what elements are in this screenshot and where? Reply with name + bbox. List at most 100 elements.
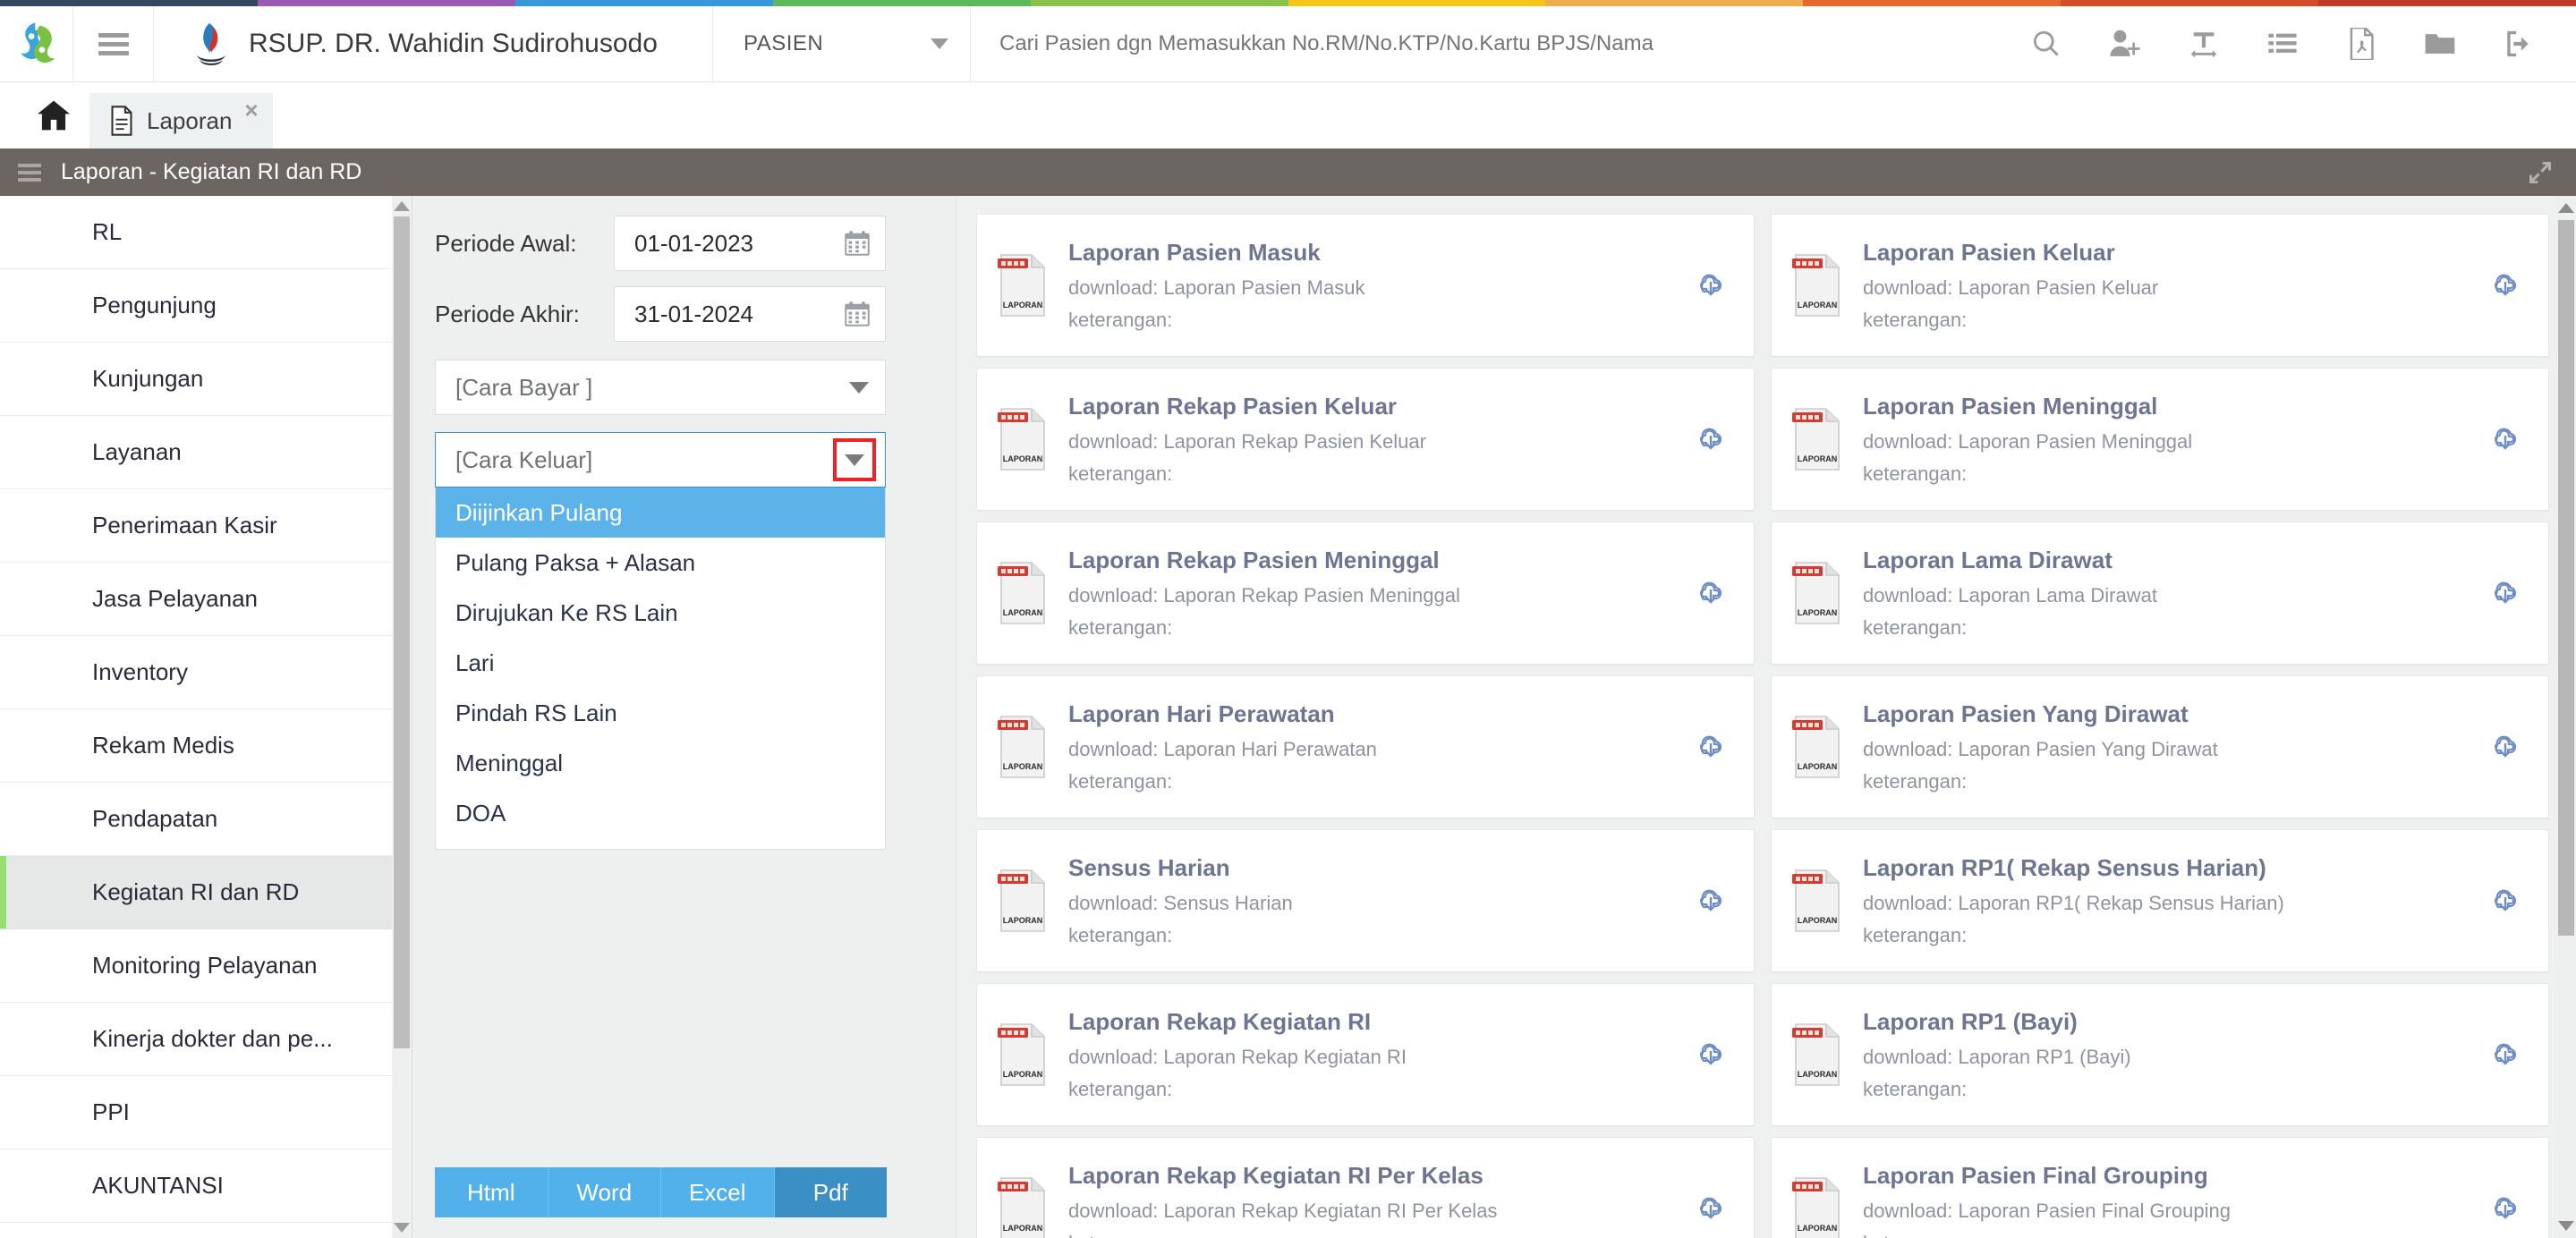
add-user-icon[interactable] [2086,6,2164,82]
expand-arrows-icon[interactable] [2526,158,2555,187]
list-icon[interactable] [2243,6,2322,82]
report-card[interactable]: LAPORAN Laporan Pasien Masuk download: Lap… [976,214,1755,357]
cara-keluar-option[interactable]: Lari [436,638,885,688]
sidebar-item[interactable]: Inventory [0,636,412,709]
sidebar-scrollbar[interactable] [392,196,412,1238]
cloud-download-icon[interactable] [1691,420,1730,459]
global-search[interactable] [971,6,2007,81]
export-button-pdf[interactable]: Pdf [774,1167,887,1217]
cloud-download-icon[interactable] [1691,881,1730,920]
report-card[interactable]: LAPORAN Laporan Lama Dirawat download: Lap… [1771,521,2549,665]
scroll-down-arrow-icon[interactable] [2558,1221,2574,1231]
app-logo[interactable] [0,6,73,81]
cloud-download-icon[interactable] [1691,1035,1730,1074]
report-title: Laporan Pasien Final Grouping [1863,1162,2208,1189]
sidebar-item[interactable]: Jasa Pelayanan [0,563,412,636]
report-keterangan-label: keterangan: [1068,309,1173,331]
sidebar-item[interactable]: Rekam Medis [0,709,412,783]
sidebar-item[interactable]: AKUNTANSI [0,1149,412,1223]
sidebar-item[interactable]: Kunjungan [0,343,412,416]
periode-akhir-label: Periode Akhir: [435,300,580,327]
search-category-select[interactable]: PASIEN [713,6,971,81]
periode-akhir-field[interactable]: 31-01-2024 [614,286,886,342]
sidebar-item[interactable]: Layanan [0,416,412,489]
report-file-icon: LAPORAN [1792,1023,1840,1086]
export-button-html[interactable]: Html [435,1167,548,1217]
report-card[interactable]: LAPORAN Laporan Hari Perawatan download: L… [976,675,1755,818]
search-input[interactable] [999,31,2007,56]
periode-awal-field[interactable]: 01-01-2023 [614,216,886,271]
cloud-download-icon[interactable] [2486,727,2525,767]
cloud-download-icon[interactable] [2486,420,2525,459]
scroll-up-arrow-icon[interactable] [394,201,410,211]
cara-keluar-option[interactable]: Pulang Paksa + Alasan [436,538,885,588]
svg-text:LAPORAN: LAPORAN [1003,301,1043,310]
breadcrumb-menu-icon[interactable] [18,160,41,185]
report-keterangan-label: keterangan: [1863,462,1968,485]
sidebar-item[interactable]: Kegiatan RI dan RD [0,856,412,929]
folder-icon[interactable] [2401,6,2479,82]
sidebar-item[interactable]: Pengunjung [0,269,412,343]
sidebar-item[interactable]: Penerimaan Kasir [0,489,412,563]
periode-awal-value: 01-01-2023 [634,229,753,257]
cara-keluar-option[interactable]: Dirujukan Ke RS Lain [436,588,885,638]
tab-home[interactable] [21,82,86,148]
export-button-excel[interactable]: Excel [661,1167,775,1217]
report-card-text: Laporan Pasien Masuk download: Laporan Pa… [1068,239,1691,332]
reports-scroll-thumb[interactable] [2558,220,2574,936]
cara-keluar-option-label: Lari [455,649,495,676]
cara-keluar-option[interactable]: Diijinkan Pulang [436,488,885,538]
search-icon[interactable] [2007,6,2086,82]
tab-laporan[interactable]: Laporan × [89,93,273,148]
cloud-download-icon[interactable] [2486,881,2525,920]
cloud-download-icon[interactable] [2486,1189,2525,1228]
report-title: Laporan Pasien Keluar [1863,239,2115,266]
report-card[interactable]: LAPORAN Laporan Pasien Keluar download: La… [1771,214,2549,357]
cara-keluar-option[interactable]: Meninggal [436,738,885,788]
scroll-up-arrow-icon[interactable] [2558,203,2574,213]
sidebar-item[interactable]: Pendapatan [0,783,412,856]
scroll-down-arrow-icon[interactable] [394,1223,410,1233]
close-icon[interactable]: × [244,97,258,124]
report-card[interactable]: LAPORAN Laporan Rekap Kegiatan RI Per Kel… [976,1137,1755,1238]
sidebar-item[interactable]: RL [0,196,412,269]
cloud-download-icon[interactable] [1691,727,1730,767]
calendar-icon[interactable] [844,301,871,327]
cloud-download-icon[interactable] [1691,573,1730,613]
accent-stripe-segment [1288,0,1546,6]
cloud-download-icon[interactable] [2486,266,2525,305]
pdf-file-icon[interactable] [2322,6,2401,82]
report-card[interactable]: LAPORAN Laporan Pasien Meninggal download:… [1771,368,2549,511]
report-card-text: Laporan Rekap Pasien Keluar download: Lap… [1068,393,1691,486]
sidebar-scroll-thumb[interactable] [394,216,410,1048]
sidebar-item[interactable]: PPI [0,1076,412,1149]
sidebar-item[interactable]: Monitoring Pelayanan [0,929,412,1003]
report-card-text: Laporan Pasien Keluar download: Laporan P… [1863,239,2486,332]
report-card[interactable]: LAPORAN Laporan Pasien Yang Dirawat downlo… [1771,675,2549,818]
cloud-download-icon[interactable] [2486,573,2525,613]
cara-keluar-option[interactable]: Pindah RS Lain [436,688,885,738]
logout-icon[interactable] [2479,6,2558,82]
sidebar-item[interactable]: Kinerja dokter dan pe... [0,1003,412,1076]
cloud-download-icon[interactable] [1691,266,1730,305]
app-logo-icon [20,22,55,64]
calendar-icon[interactable] [844,230,871,257]
export-button-word[interactable]: Word [548,1167,661,1217]
main-menu-toggle[interactable] [73,6,154,81]
cloud-download-icon[interactable] [1691,1189,1730,1228]
cloud-download-icon[interactable] [2486,1035,2525,1074]
cara-keluar-select[interactable]: [Cara Keluar] [435,432,886,488]
report-card[interactable]: LAPORAN Laporan Rekap Pasien Keluar downlo… [976,368,1755,511]
cara-keluar-option[interactable]: DOA [436,788,885,838]
cara-keluar-options-list[interactable]: Diijinkan Pulang Pulang Paksa + Alasan Dir… [435,488,886,850]
report-card[interactable]: LAPORAN Laporan Rekap Kegiatan RI download… [976,983,1755,1126]
text-width-icon[interactable] [2164,6,2243,82]
reports-scrollbar[interactable] [2556,196,2576,1238]
cara-bayar-select[interactable]: [Cara Bayar ] [435,360,886,415]
report-card[interactable]: LAPORAN Laporan RP1 (Bayi) download: Lapor… [1771,983,2549,1126]
report-card[interactable]: LAPORAN Laporan Rekap Pasien Meninggal dow… [976,521,1755,665]
report-card[interactable]: LAPORAN Laporan Pasien Final Grouping down… [1771,1137,2549,1238]
report-card[interactable]: LAPORAN Laporan RP1( Rekap Sensus Harian)… [1771,829,2549,972]
cara-keluar-dropdown-toggle[interactable] [833,438,876,481]
report-card[interactable]: LAPORAN Sensus Harian download: Sensus Har… [976,829,1755,972]
